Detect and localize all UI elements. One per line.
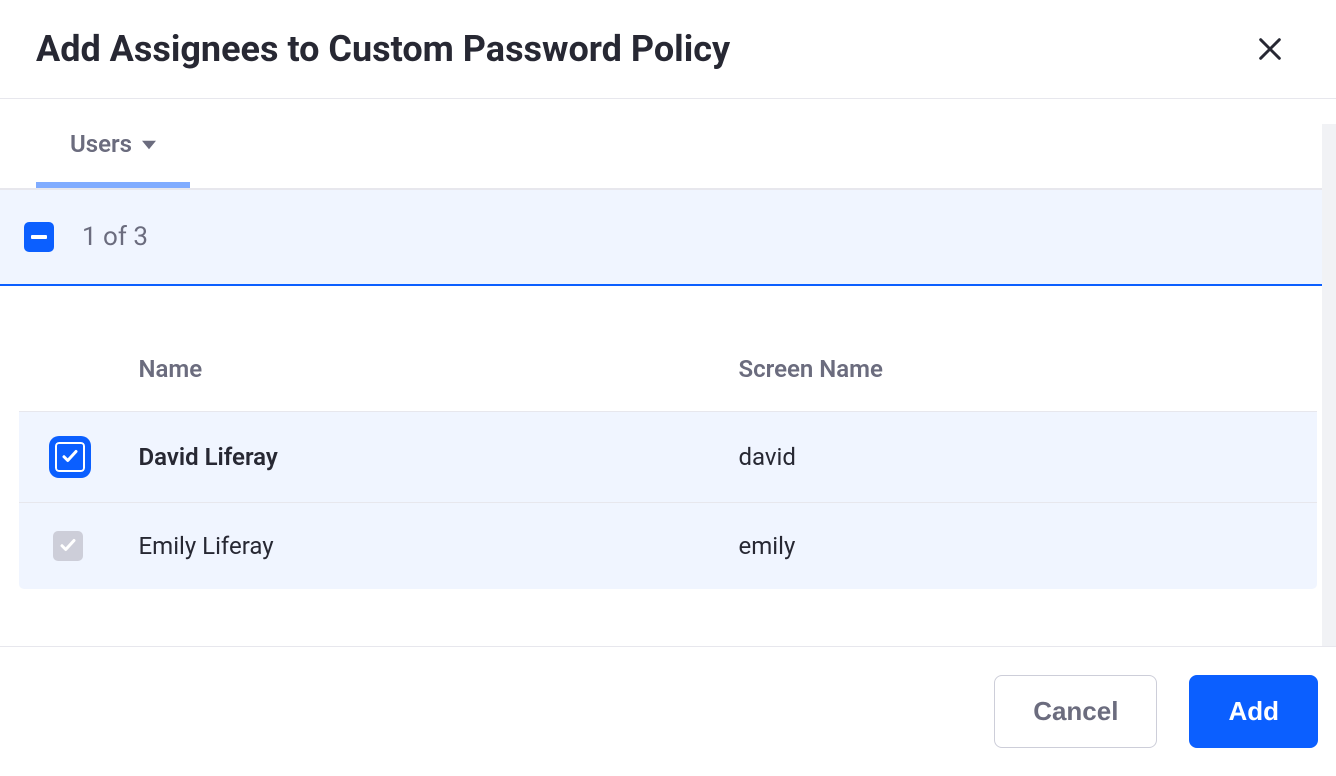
table-header-screen-name: Screen Name <box>715 327 1318 412</box>
modal-title: Add Assignees to Custom Password Policy <box>36 28 730 70</box>
add-button[interactable]: Add <box>1189 675 1318 748</box>
modal-header: Add Assignees to Custom Password Policy <box>0 0 1336 99</box>
tab-users-label: Users <box>70 130 132 158</box>
selection-count: 1 of 3 <box>82 222 148 252</box>
modal-footer: Cancel Add <box>0 646 1336 776</box>
table-wrap: Name Screen Name David Liferay david <box>0 286 1336 590</box>
check-icon <box>59 532 77 560</box>
modal-body: Users 1 of 3 Name Screen Name <box>0 99 1336 590</box>
table-header-row: Name Screen Name <box>19 327 1318 412</box>
table-row[interactable]: David Liferay david <box>19 412 1318 503</box>
row-name: David Liferay <box>115 412 715 503</box>
row-screen-name: david <box>715 412 1318 503</box>
vertical-scrollbar[interactable] <box>1322 124 1336 646</box>
table-row[interactable]: Emily Liferay emily <box>19 503 1318 590</box>
row-checkbox[interactable] <box>53 440 87 474</box>
selection-summary-bar: 1 of 3 <box>0 189 1336 286</box>
chevron-down-icon <box>142 130 156 158</box>
table-header-checkbox <box>19 327 115 412</box>
check-icon <box>61 443 79 471</box>
assignees-table: Name Screen Name David Liferay david <box>18 326 1318 590</box>
close-button[interactable] <box>1252 31 1288 67</box>
tabs-bar: Users <box>0 99 1336 189</box>
tab-users[interactable]: Users <box>36 99 190 188</box>
close-icon <box>1256 35 1284 63</box>
row-name: Emily Liferay <box>115 503 715 590</box>
checkbox-indeterminate-icon <box>31 235 47 239</box>
row-checkbox <box>53 531 83 561</box>
select-all-checkbox[interactable] <box>24 222 54 252</box>
table-header-name: Name <box>115 327 715 412</box>
cancel-button[interactable]: Cancel <box>994 675 1157 748</box>
row-screen-name: emily <box>715 503 1318 590</box>
